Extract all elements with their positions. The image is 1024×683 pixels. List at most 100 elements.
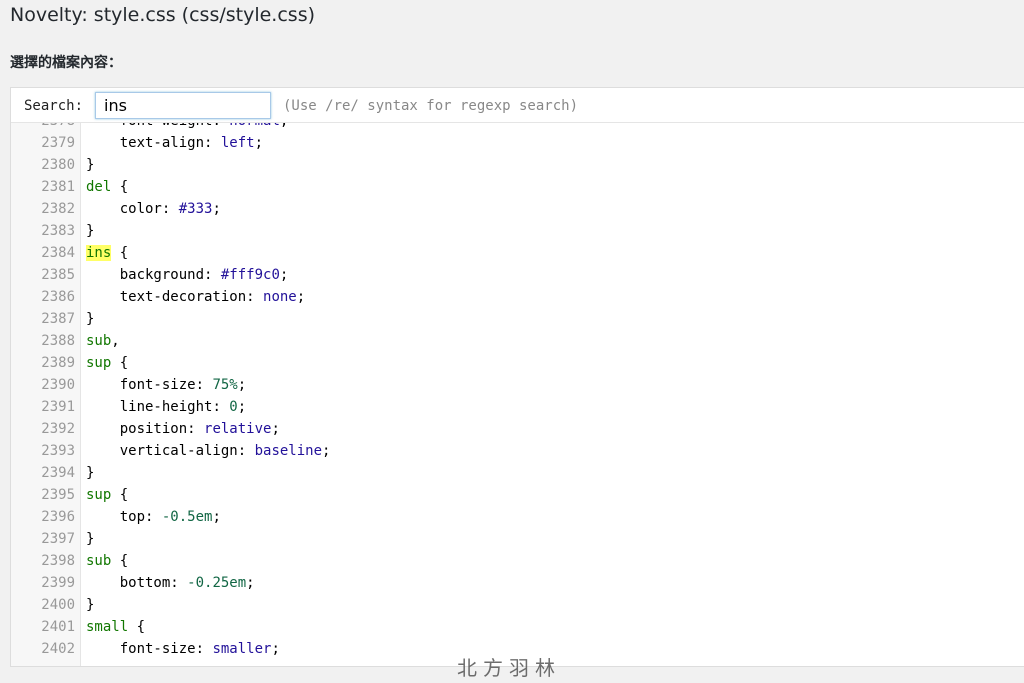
code-token: ;	[237, 377, 247, 393]
line-code: font-size: smaller;	[86, 638, 280, 660]
line-number: 2396	[41, 509, 75, 525]
line-number: 2395	[41, 487, 75, 503]
line-code: sub,	[86, 330, 120, 352]
line-number: 2385	[41, 267, 75, 283]
line-code: bottom: -0.25em;	[86, 572, 255, 594]
line-number: 2384	[41, 245, 75, 261]
code-token: {	[111, 553, 129, 569]
code-token: ;	[279, 267, 289, 283]
code-token: }	[86, 531, 95, 547]
code-token: :	[246, 289, 264, 305]
line-code: ins {	[86, 242, 128, 264]
code-area[interactable]: 2378 font-weight: normal;2379 text-align…	[11, 123, 1024, 666]
code-line: 2386 text-decoration: none;	[11, 286, 1024, 308]
line-number: 2387	[41, 311, 75, 327]
line-number: 2388	[41, 333, 75, 349]
code-line: 2391 line-height: 0;	[11, 396, 1024, 418]
line-code: }	[86, 594, 94, 616]
code-token: smaller	[212, 641, 272, 657]
code-token: ;	[271, 641, 280, 657]
line-code: }	[86, 462, 94, 484]
code-line: 2387}	[11, 308, 1024, 330]
code-token: left	[220, 135, 255, 151]
line-code: top: -0.5em;	[86, 506, 221, 528]
line-number: 2379	[41, 135, 75, 151]
line-number: 2393	[41, 443, 75, 459]
code-token: bottom	[119, 575, 171, 591]
line-number: 2386	[41, 289, 75, 305]
line-number: 2398	[41, 553, 75, 569]
line-code: color: #333;	[86, 198, 221, 220]
code-token: font-size	[119, 641, 196, 657]
code-token: none	[263, 289, 297, 305]
code-token: normal	[229, 123, 280, 129]
code-editor[interactable]: Search: (Use /re/ syntax for regexp sear…	[10, 87, 1024, 667]
code-token: 0	[229, 399, 238, 415]
line-code: sup {	[86, 484, 128, 506]
code-token: :	[195, 641, 213, 657]
line-code: background: #fff9c0;	[86, 264, 289, 286]
code-token: -0.25em	[187, 575, 247, 591]
code-token: sub	[86, 553, 112, 569]
code-line: 2390 font-size: 75%;	[11, 374, 1024, 396]
code-token: ;	[212, 201, 221, 217]
code-token: ;	[280, 123, 288, 129]
code-token: :	[204, 135, 221, 151]
code-token: vertical-align	[119, 443, 238, 459]
code-token: {	[128, 619, 146, 635]
code-token: }	[86, 597, 95, 613]
search-input[interactable]	[95, 92, 271, 119]
line-number: 2394	[41, 465, 75, 481]
code-token: sup	[86, 487, 112, 503]
line-number: 2399	[41, 575, 75, 591]
line-number: 2378	[11, 123, 75, 132]
line-number: 2382	[41, 201, 75, 217]
watermark: 北方羽林	[457, 656, 561, 680]
code-line: 2382 color: #333;	[11, 198, 1024, 220]
code-line: 2379 text-align: left;	[11, 132, 1024, 154]
line-number: 2397	[41, 531, 75, 547]
code-line: 2384 ins {	[11, 242, 1024, 264]
line-number: 2381	[41, 179, 75, 195]
code-token: {	[111, 245, 129, 261]
code-token: {	[111, 487, 129, 503]
code-token: :	[161, 201, 179, 217]
line-code: del {	[86, 176, 128, 198]
line-number: 2392	[41, 421, 75, 437]
code-token: }	[86, 465, 95, 481]
code-token: {	[111, 355, 129, 371]
code-token: #fff9c0	[220, 267, 280, 283]
code-token: ;	[237, 399, 247, 415]
file-content-heading: 選擇的檔案內容：	[10, 55, 122, 71]
line-code: sub {	[86, 550, 128, 572]
code-token: -0.5em	[161, 509, 213, 525]
code-token: ,	[111, 333, 120, 349]
code-token: sup	[86, 355, 112, 371]
code-token: small	[86, 619, 129, 635]
line-number: 2400	[41, 597, 75, 613]
code-token: baseline	[254, 443, 323, 459]
code-token: ;	[254, 135, 264, 151]
code-token: top	[119, 509, 146, 525]
code-line: 2394}	[11, 462, 1024, 484]
code-token: text-align	[119, 135, 205, 151]
code-line: 2400}	[11, 594, 1024, 616]
code-token: :	[145, 509, 162, 525]
line-number: 2380	[41, 157, 75, 173]
code-token: line-height	[119, 399, 213, 415]
code-token: color	[119, 201, 162, 217]
code-line: 2388 sub,	[11, 330, 1024, 352]
code-line: 2398 sub {	[11, 550, 1024, 572]
code-line: 2397}	[11, 528, 1024, 550]
